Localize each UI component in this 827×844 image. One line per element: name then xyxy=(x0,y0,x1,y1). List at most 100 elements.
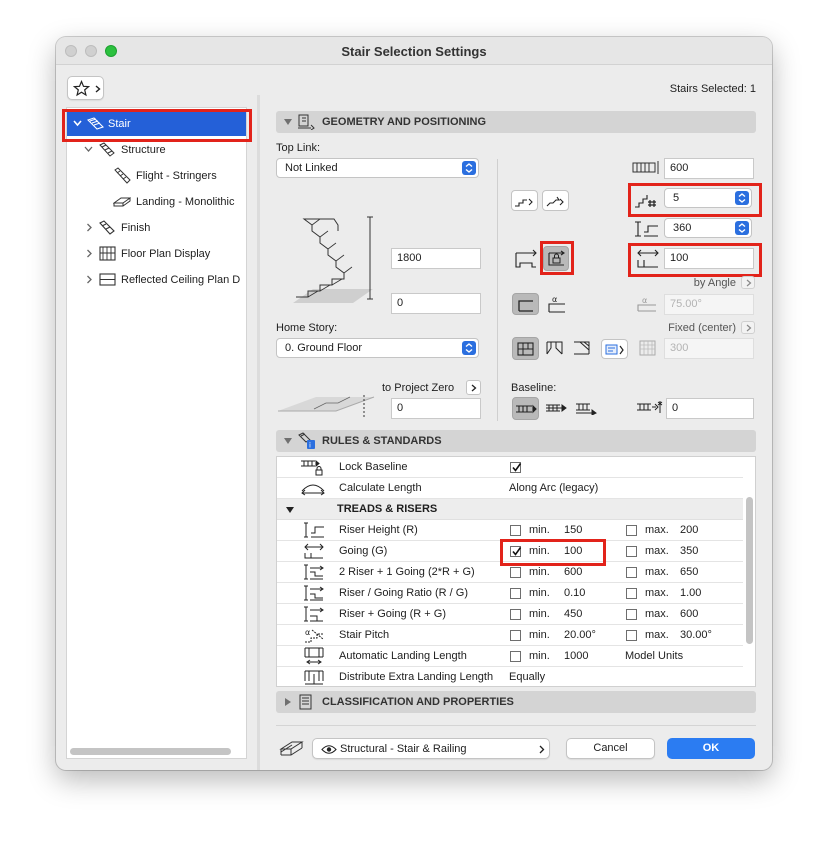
max-label: max. xyxy=(645,566,669,578)
select-value: 360 xyxy=(673,222,692,234)
favorite-select-button[interactable]: Structural - Stair & Railing xyxy=(312,738,550,759)
tree-item-structure[interactable]: Structure xyxy=(67,138,246,162)
top-link-select[interactable]: Not Linked xyxy=(276,158,479,178)
riser-type-button[interactable] xyxy=(542,190,569,211)
cancel-button[interactable]: Cancel xyxy=(566,738,655,759)
fixed-center-popup-button[interactable] xyxy=(741,321,755,334)
stair-width-field[interactable]: 600 xyxy=(664,158,754,179)
max-checkbox[interactable] xyxy=(626,567,637,578)
home-story-select[interactable]: 0. Ground Floor xyxy=(276,338,479,358)
baseline-center-toggle[interactable] xyxy=(543,397,569,420)
max-checkbox[interactable] xyxy=(626,630,637,641)
title-bar: Stair Selection Settings xyxy=(56,37,772,65)
rules-vertical-scrollbar[interactable] xyxy=(746,497,753,644)
max-checkbox[interactable] xyxy=(626,525,637,536)
baseline-right-toggle[interactable] xyxy=(573,397,599,420)
min-checkbox[interactable] xyxy=(510,525,521,536)
min-value[interactable]: 150 xyxy=(564,520,582,541)
footer-separator xyxy=(276,725,756,726)
classification-section-header[interactable]: CLASSIFICATION AND PROPERTIES xyxy=(276,691,756,713)
fixed-going-toggle[interactable] xyxy=(512,293,539,315)
geometry-section-header[interactable]: GEOMETRY AND POSITIONING xyxy=(276,111,756,133)
window-title: Stair Selection Settings xyxy=(341,44,487,59)
tree-item-reflected-ceiling-plan[interactable]: Reflected Ceiling Plan D xyxy=(67,268,246,292)
distribute-landing-icon xyxy=(304,670,324,685)
treads-risers-group-header[interactable]: TREADS & RISERS xyxy=(277,499,743,520)
winder-toggle-1[interactable] xyxy=(543,337,567,360)
min-checkbox[interactable] xyxy=(510,567,521,578)
chevron-right-icon xyxy=(87,223,92,232)
min-value[interactable]: 20.00° xyxy=(564,625,596,646)
distribution-popup-button[interactable] xyxy=(601,339,628,359)
rule-row-calculate-length: Calculate Length Along Arc (legacy) xyxy=(277,478,743,499)
svg-text:i: i xyxy=(309,442,311,450)
geometry-icon xyxy=(298,114,315,130)
project-zero-field[interactable]: 0 xyxy=(391,398,481,419)
chevron-right-icon xyxy=(471,384,477,392)
max-value[interactable]: 200 xyxy=(680,520,698,541)
bottom-offset-field[interactable]: 0 xyxy=(391,293,481,314)
section-title: GEOMETRY AND POSITIONING xyxy=(322,116,486,128)
finish-icon xyxy=(99,220,115,235)
calculate-length-value[interactable]: Along Arc (legacy) xyxy=(509,478,598,499)
distribute-value[interactable]: Equally xyxy=(509,667,545,686)
rules-section-header[interactable]: i RULES & STANDARDS xyxy=(276,430,756,452)
tree-item-finish[interactable]: Finish xyxy=(67,216,246,240)
select-value: 0. Ground Floor xyxy=(285,342,363,354)
panel-splitter[interactable] xyxy=(257,95,260,770)
tree-item-flight-stringers[interactable]: Flight - Stringers xyxy=(67,164,246,188)
top-link-label: Top Link: xyxy=(276,142,321,154)
min-value[interactable]: 0.10 xyxy=(564,583,585,604)
fixed-value-field[interactable]: 300 xyxy=(664,338,754,359)
select-value: Not Linked xyxy=(285,162,338,174)
min-value[interactable]: 450 xyxy=(564,604,582,625)
max-checkbox[interactable] xyxy=(626,609,637,620)
ok-button[interactable]: OK xyxy=(667,738,755,759)
min-checkbox[interactable] xyxy=(510,609,521,620)
riser-plus-going-icon xyxy=(304,606,324,622)
riser-height-icon xyxy=(635,221,658,237)
max-value[interactable]: 350 xyxy=(680,541,698,562)
tree-item-floor-plan-display[interactable]: Floor Plan Display xyxy=(67,242,246,266)
winder-toggle-2[interactable] xyxy=(570,337,594,360)
rule-row-distribute-landing: Distribute Extra Landing Length Equally xyxy=(277,667,743,686)
min-label: min. xyxy=(529,587,550,599)
project-zero-preview-icon xyxy=(278,395,375,419)
tree-horizontal-scrollbar[interactable] xyxy=(70,748,231,755)
max-value[interactable]: 1.00 xyxy=(680,583,701,604)
highlight-box xyxy=(628,243,762,277)
rule-row-lock-baseline: Lock Baseline xyxy=(277,457,743,478)
winder-corner-icon xyxy=(574,341,590,355)
min-checkbox[interactable] xyxy=(510,588,521,599)
baseline-left-toggle[interactable] xyxy=(512,397,539,420)
favorites-button[interactable] xyxy=(67,76,104,100)
stair-preview-icon xyxy=(293,216,373,303)
units-value[interactable]: Model Units xyxy=(625,646,683,667)
flight-icon xyxy=(114,167,131,184)
lock-baseline-checkbox[interactable] xyxy=(510,462,522,473)
min-value[interactable]: 1000 xyxy=(564,646,588,667)
walking-line-toggle[interactable] xyxy=(512,337,539,360)
max-label: max. xyxy=(645,545,669,557)
baseline-offset-field[interactable]: 0 xyxy=(666,398,754,419)
min-checkbox[interactable] xyxy=(510,651,521,662)
by-angle-popup-button[interactable] xyxy=(741,276,755,289)
angle-going-toggle[interactable]: α xyxy=(543,293,570,315)
stair-height-field[interactable]: 1800 xyxy=(391,248,481,269)
pitch-angle-field[interactable]: 75.00° xyxy=(664,294,754,315)
max-checkbox[interactable] xyxy=(626,588,637,599)
project-zero-popup-button[interactable] xyxy=(466,380,481,395)
max-checkbox[interactable] xyxy=(626,546,637,557)
min-checkbox[interactable] xyxy=(510,630,521,641)
flight-type-button[interactable] xyxy=(511,190,538,211)
tree-item-landing-monolithic[interactable]: Landing - Monolithic xyxy=(67,190,246,214)
riser-height-select[interactable]: 360 xyxy=(664,218,752,238)
max-value[interactable]: 600 xyxy=(680,604,698,625)
rule-row-riser-going-ratio: Riser / Going Ratio (R / G) min. 0.10 ma… xyxy=(277,583,743,604)
grid-icon xyxy=(639,340,656,356)
chevron-right-icon xyxy=(746,279,752,287)
max-value[interactable]: 30.00° xyxy=(680,625,712,646)
max-value[interactable]: 650 xyxy=(680,562,698,583)
rule-label: Riser / Going Ratio (R / G) xyxy=(339,587,468,599)
rule-label: Lock Baseline xyxy=(339,461,408,473)
